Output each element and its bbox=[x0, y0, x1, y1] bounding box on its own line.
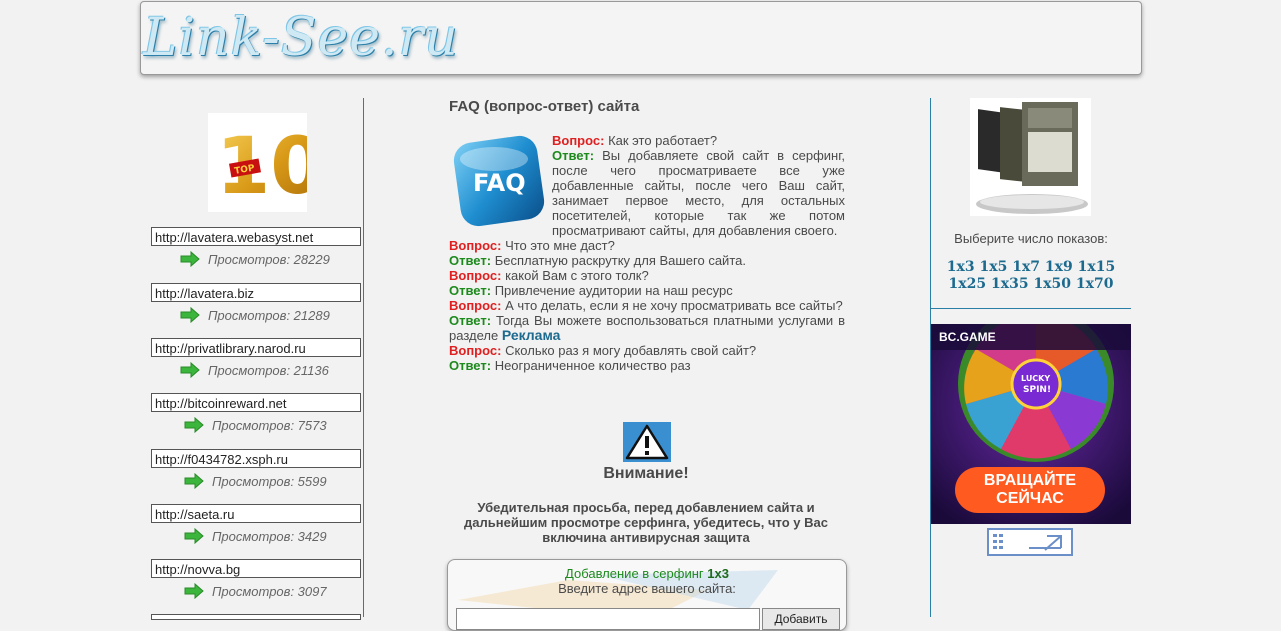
top-link-8-partial[interactable] bbox=[151, 614, 361, 620]
svg-text:LUCKY: LUCKY bbox=[1021, 374, 1050, 383]
answer-label: Ответ: bbox=[449, 283, 492, 298]
top-link-3[interactable]: http://privatlibrary.narod.ru bbox=[151, 338, 361, 357]
green-arrow-icon[interactable] bbox=[184, 528, 204, 544]
views-count: Просмотров: 21136 bbox=[208, 362, 329, 378]
add-site-button[interactable]: Добавить bbox=[762, 608, 840, 630]
views-row-7: Просмотров: 3097 bbox=[184, 583, 327, 599]
counter-arrow-icon bbox=[993, 534, 1062, 551]
green-arrow-icon[interactable] bbox=[184, 583, 204, 599]
views-count: Просмотров: 3097 bbox=[212, 583, 327, 599]
plans-list: 1х3 1х5 1х7 1х9 1х15 1х25 1х35 1х50 1х70 bbox=[931, 259, 1131, 293]
warning-title: Внимание! bbox=[603, 465, 689, 482]
ad-banner[interactable]: LUCKY SPIN! BC.GAME ВРАЩАЙТЕ СЕЙЧАС bbox=[931, 324, 1131, 524]
plan-link[interactable]: 1х35 bbox=[991, 276, 1029, 292]
banner-cta-line2: СЕЙЧАС bbox=[996, 490, 1064, 507]
add-site-title-text: Добавление в серфинг bbox=[565, 566, 704, 581]
views-row-4: Просмотров: 7573 bbox=[184, 417, 327, 433]
top-link-1[interactable]: http://lavatera.webasyst.net bbox=[151, 227, 361, 246]
choose-views-label: Выберите число показов: bbox=[954, 231, 1108, 246]
answer-text: Бесплатную раскрутку для Вашего сайта. bbox=[494, 253, 746, 268]
plan-link[interactable]: 1х3 bbox=[947, 259, 975, 275]
top10-image: 10 TOP bbox=[208, 113, 325, 212]
advertising-link[interactable]: Реклама bbox=[502, 327, 561, 343]
question-text: Сколько раз я могу добавлять свой сайт? bbox=[505, 343, 757, 358]
answer-label: Ответ: bbox=[552, 148, 595, 163]
site-logo[interactable]: Link-See.ru bbox=[143, 2, 459, 74]
faq-image: FAQ bbox=[449, 133, 549, 231]
websites-image bbox=[970, 98, 1091, 216]
add-site-form: Добавление в серфинг 1х3 Введите адрес в… bbox=[447, 559, 847, 631]
banner-brand: BC.GAME bbox=[939, 330, 996, 344]
views-count: Просмотров: 5599 bbox=[212, 473, 327, 489]
question-text: Как это работает? bbox=[608, 133, 718, 148]
add-site-subtitle: Введите адрес вашего сайта: bbox=[558, 581, 736, 596]
plan-link[interactable]: 1х7 bbox=[1012, 259, 1040, 275]
green-arrow-icon[interactable] bbox=[180, 251, 200, 267]
counter-widget[interactable] bbox=[987, 528, 1073, 556]
add-site-plan: 1х3 bbox=[707, 566, 729, 581]
views-count: Просмотров: 28229 bbox=[208, 251, 330, 267]
top-link-7[interactable]: http://novva.bg bbox=[151, 559, 361, 578]
question-text: Что это мне даст? bbox=[505, 238, 615, 253]
banner-cta-button[interactable]: ВРАЩАЙТЕ СЕЙЧАС bbox=[955, 467, 1105, 513]
plan-link[interactable]: 1х15 bbox=[1078, 259, 1116, 275]
answer-label: Ответ: bbox=[449, 358, 492, 373]
green-arrow-icon[interactable] bbox=[180, 307, 200, 323]
answer-text: Неограниченное количество раз bbox=[494, 358, 691, 373]
question-text: А что делать, если я не хочу просматрива… bbox=[505, 298, 843, 313]
views-row-3: Просмотров: 21136 bbox=[180, 362, 329, 378]
svg-text:FAQ: FAQ bbox=[473, 169, 526, 197]
plan-link[interactable]: 1х25 bbox=[949, 276, 987, 292]
question-label: Вопрос: bbox=[552, 133, 605, 148]
top-link-4[interactable]: http://bitcoinreward.net bbox=[151, 393, 361, 412]
svg-text:SPIN!: SPIN! bbox=[1023, 385, 1051, 395]
faq-list: FAQ Вопрос: Как это работает? Ответ: Вы … bbox=[449, 133, 845, 373]
question-label: Вопрос: bbox=[449, 298, 502, 313]
top-link-2[interactable]: http://lavatera.biz bbox=[151, 283, 361, 302]
question-label: Вопрос: bbox=[449, 238, 502, 253]
green-arrow-icon[interactable] bbox=[184, 473, 204, 489]
plan-link[interactable]: 1х70 bbox=[1076, 276, 1114, 292]
top-link-6[interactable]: http://saeta.ru bbox=[151, 504, 361, 523]
warning-icon bbox=[623, 422, 671, 462]
warning-text: Убедительная просьба, перед добавлением … bbox=[464, 500, 828, 545]
answer-text: Вы добавляете свой сайт в серфинг, после… bbox=[552, 148, 845, 238]
right-section-divider bbox=[931, 308, 1131, 309]
views-count: Просмотров: 7573 bbox=[212, 417, 327, 433]
answer-label: Ответ: bbox=[449, 313, 492, 328]
views-count: Просмотров: 3429 bbox=[212, 528, 327, 544]
views-row-2: Просмотров: 21289 bbox=[180, 307, 330, 323]
page-title: FAQ (вопрос-ответ) сайта bbox=[449, 98, 640, 115]
site-header: Link-See.ru bbox=[140, 1, 1142, 75]
green-arrow-icon[interactable] bbox=[184, 417, 204, 433]
views-row-6: Просмотров: 3429 bbox=[184, 528, 327, 544]
plan-link[interactable]: 1х50 bbox=[1033, 276, 1071, 292]
answer-label: Ответ: bbox=[449, 253, 492, 268]
banner-cta-line1: ВРАЩАЙТЕ bbox=[983, 472, 1077, 489]
green-arrow-icon[interactable] bbox=[180, 362, 200, 378]
views-row-5: Просмотров: 5599 bbox=[184, 473, 327, 489]
question-label: Вопрос: bbox=[449, 343, 502, 358]
add-site-title: Добавление в серфинг 1х3 bbox=[448, 566, 846, 581]
left-column-divider bbox=[363, 98, 364, 617]
views-count: Просмотров: 21289 bbox=[208, 307, 330, 323]
site-url-input[interactable] bbox=[456, 608, 760, 630]
plan-link[interactable]: 1х9 bbox=[1045, 259, 1073, 275]
question-label: Вопрос: bbox=[449, 268, 502, 283]
question-text: какой Вам с этого толк? bbox=[505, 268, 649, 283]
plan-link[interactable]: 1х5 bbox=[979, 259, 1007, 275]
views-row-1: Просмотров: 28229 bbox=[180, 251, 330, 267]
answer-text: Привлечение аудитории на наш ресурс bbox=[494, 283, 733, 298]
top-link-5[interactable]: http://f0434782.xsph.ru bbox=[151, 449, 361, 468]
